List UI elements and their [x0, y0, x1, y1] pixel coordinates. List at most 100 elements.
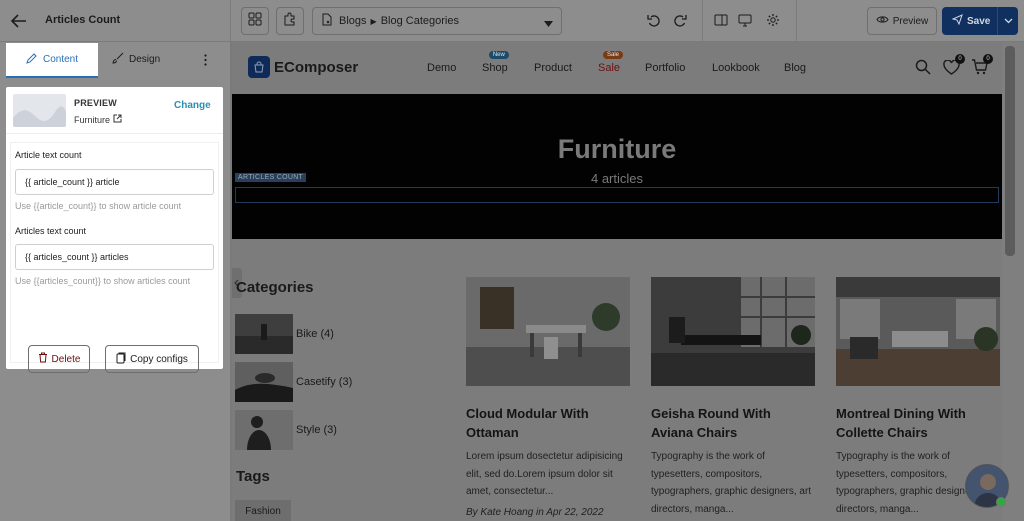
- pencil-icon: [26, 52, 37, 67]
- nav-blog[interactable]: Blog: [784, 62, 806, 74]
- grid-icon: [248, 12, 262, 31]
- bag-logo-icon: [248, 56, 270, 78]
- preview-collection-link[interactable]: Furniture: [74, 114, 122, 125]
- delete-label: Delete: [51, 353, 81, 365]
- tab-design-label: Design: [129, 54, 161, 65]
- cart-icon[interactable]: 0: [970, 54, 993, 76]
- preview-label: Preview: [892, 15, 929, 27]
- categories-heading: Categories: [236, 279, 314, 296]
- scrollbar-thumb[interactable]: [1005, 46, 1015, 256]
- post-image[interactable]: [466, 277, 630, 386]
- canvas-scrollbar[interactable]: [1002, 42, 1024, 521]
- extensions-button[interactable]: [276, 7, 304, 35]
- desktop-icon[interactable]: [737, 12, 753, 28]
- articles-text-count-label: Articles text count: [15, 226, 87, 236]
- post-title[interactable]: Montreal Dining With Collette Chairs: [836, 404, 1000, 442]
- post-image[interactable]: [651, 277, 815, 386]
- blog-post-card[interactable]: Cloud Modular With Ottaman Lorem ipsum d…: [466, 277, 630, 518]
- more-vertical-icon[interactable]: [198, 52, 212, 68]
- trash-icon: [38, 352, 48, 366]
- nav-portfolio[interactable]: Portfolio: [645, 62, 685, 74]
- copy-configs-button[interactable]: Copy configs: [105, 345, 199, 373]
- save-options-chevron-icon[interactable]: [997, 7, 1018, 35]
- selected-element-tag: ARTICLES COUNT: [235, 173, 307, 182]
- articles-text-count-input[interactable]: {{ articles_count }} articles: [15, 244, 214, 270]
- category-label: Casetify (3): [296, 376, 353, 388]
- brush-icon: [112, 52, 124, 67]
- hero-title: Furniture: [557, 134, 677, 164]
- article-text-count-help: Use {{article_count}} to show article co…: [15, 201, 182, 211]
- breadcrumb-parent: Blogs: [339, 15, 367, 27]
- delete-button[interactable]: Delete: [28, 345, 90, 373]
- preview-button[interactable]: Preview: [867, 7, 937, 35]
- cart-count: 0: [983, 54, 993, 64]
- gear-icon[interactable]: [765, 12, 781, 28]
- change-button[interactable]: Change: [174, 100, 211, 111]
- selected-element-outline: [235, 187, 999, 203]
- nav-sale[interactable]: Sale Sale: [598, 51, 624, 74]
- article-text-count-label: Article text count: [15, 150, 82, 160]
- save-button[interactable]: Save: [942, 7, 1018, 35]
- tab-design[interactable]: Design: [112, 52, 160, 67]
- site-header: EComposer Demo Shop New Product Sale Sal…: [232, 42, 1002, 94]
- text-fields-group: Article text count {{ article_count }} a…: [10, 142, 219, 363]
- category-thumbnail: [235, 410, 293, 450]
- nav-demo[interactable]: Demo: [427, 62, 456, 74]
- nav-label: Demo: [427, 62, 457, 74]
- top-toolbar: Articles Count Blogs ▶ Blog Categories P…: [0, 0, 1024, 42]
- collection-hero: Furniture 4 articles ARTICLES COUNT: [232, 94, 1002, 239]
- blog-post-card[interactable]: Geisha Round With Aviana Chairs Typograp…: [651, 277, 815, 518]
- heart-icon[interactable]: 0: [942, 54, 965, 76]
- nav-label: Portfolio: [645, 62, 686, 74]
- tags-heading: Tags: [236, 468, 270, 485]
- save-main[interactable]: Save: [942, 14, 997, 28]
- new-badge: New: [488, 51, 509, 59]
- post-image[interactable]: [836, 277, 1000, 386]
- articles-count-text[interactable]: 4 articles: [232, 171, 1002, 186]
- layout-grid-button[interactable]: [241, 7, 269, 35]
- preview-row: PREVIEW Furniture Change: [6, 87, 223, 134]
- site-logo[interactable]: EComposer: [248, 56, 358, 78]
- nav-label: Product: [534, 62, 572, 74]
- copy-icon: [116, 352, 126, 367]
- preview-name: Furniture: [74, 114, 111, 125]
- eye-icon: [876, 15, 889, 27]
- nav-lookbook[interactable]: Lookbook: [712, 62, 760, 74]
- panel-tabs: Content Design: [0, 42, 231, 79]
- category-item[interactable]: Style (3): [235, 410, 337, 450]
- wishlist-count: 0: [955, 54, 965, 64]
- sidebar-layout-icon[interactable]: [713, 12, 729, 28]
- search-icon[interactable]: [914, 58, 932, 76]
- tab-content-label: Content: [42, 54, 79, 65]
- send-icon: [951, 14, 963, 28]
- category-item[interactable]: Bike (4): [235, 314, 334, 354]
- nav-product[interactable]: Product: [534, 62, 572, 74]
- nav-label: Sale: [598, 62, 621, 74]
- tag-chip[interactable]: Fashion: [235, 500, 291, 521]
- post-title[interactable]: Geisha Round With Aviana Chairs: [651, 404, 815, 442]
- category-label: Bike (4): [296, 328, 334, 340]
- nav-label: Shop: [482, 62, 508, 74]
- tab-content[interactable]: Content: [6, 43, 98, 78]
- category-thumbnail: [235, 314, 293, 354]
- settings-panel: Content Design PREVIEW Furniture Change: [0, 42, 231, 521]
- toolbar-left-section: Articles Count: [0, 0, 231, 42]
- nav-shop[interactable]: Shop New: [482, 51, 509, 74]
- back-arrow-icon[interactable]: [9, 11, 29, 31]
- undo-icon[interactable]: [646, 12, 662, 28]
- online-status-indicator: [996, 497, 1006, 507]
- category-item[interactable]: Casetify (3): [235, 362, 352, 402]
- editor-canvas[interactable]: EComposer Demo Shop New Product Sale Sal…: [232, 42, 1002, 521]
- redo-icon[interactable]: [672, 12, 688, 28]
- page-selector-dropdown[interactable]: Blogs ▶ Blog Categories: [312, 7, 562, 35]
- logo-text: EComposer: [274, 58, 359, 76]
- chevron-down-icon: [544, 18, 553, 30]
- articles-text-count-help: Use {{articles_count}} to show articles …: [15, 276, 191, 286]
- preview-label: PREVIEW: [74, 98, 117, 108]
- article-text-count-input[interactable]: {{ article_count }} article: [15, 169, 214, 195]
- nav-label: Blog: [784, 62, 807, 74]
- post-title[interactable]: Cloud Modular With Ottaman: [466, 404, 630, 442]
- post-excerpt: Lorem ipsum dosectetur adipisicing elit,…: [466, 451, 623, 497]
- page-title: Articles Count: [45, 14, 121, 26]
- breadcrumb-separator-icon: ▶: [370, 16, 377, 26]
